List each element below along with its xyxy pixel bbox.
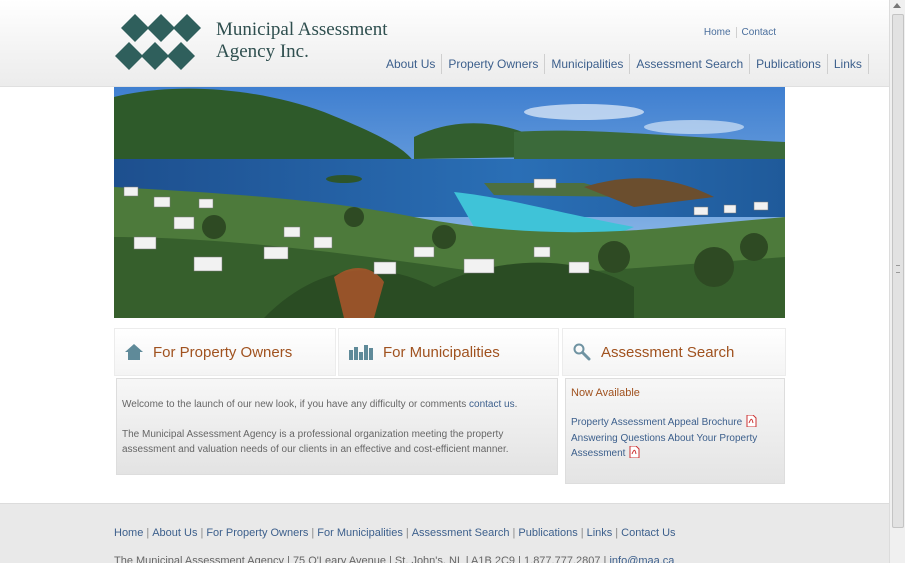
nav-about-us[interactable]: About Us — [380, 54, 443, 74]
scrollbar-thumb[interactable] — [892, 14, 904, 528]
magnifier-icon — [573, 343, 591, 361]
footer-nav: Home | About Us | For Property Owners | For Mu… — [114, 527, 676, 539]
vertical-scrollbar[interactable] — [889, 0, 905, 563]
footer-link-municipalities[interactable]: For Municipalities — [317, 527, 403, 539]
footer-link-publications[interactable]: Publications — [518, 527, 577, 539]
assessment-search-header[interactable]: Assessment Search — [562, 328, 786, 376]
for-property-owners-header[interactable]: For Property Owners — [114, 328, 336, 376]
email-link[interactable]: info@maa.ca — [609, 555, 674, 563]
nav-assessment-search[interactable]: Assessment Search — [630, 54, 751, 74]
footer-link-home[interactable]: Home — [114, 527, 143, 539]
logo-icon[interactable] — [115, 12, 207, 72]
for-property-owners-title: For Property Owners — [153, 343, 293, 361]
welcome-panel: Welcome to the launch of our new look, i… — [116, 378, 558, 475]
nav-municipalities[interactable]: Municipalities — [545, 54, 631, 74]
welcome-text: Welcome to the launch of our new look, i… — [122, 399, 470, 410]
pdf-icon[interactable] — [629, 446, 640, 458]
home-icon — [125, 344, 143, 360]
footer: Home | About Us | For Property Owners | For Mu… — [0, 503, 890, 563]
footer-link-links[interactable]: Links — [587, 527, 613, 539]
footer-link-assessment-search[interactable]: Assessment Search — [412, 527, 510, 539]
welcome-text-end: . — [514, 399, 518, 410]
welcome-paragraph: Welcome to the launch of our new look, i… — [122, 397, 552, 412]
footer-address: The Municipal Assessment Agency | 75 O'L… — [114, 555, 674, 563]
hero-landscape-image — [114, 87, 785, 318]
main-nav: About Us Property Owners Municipalities … — [380, 54, 869, 74]
footer-link-property-owners[interactable]: For Property Owners — [206, 527, 308, 539]
contact-us-link[interactable]: contact us — [469, 399, 515, 410]
for-municipalities-header[interactable]: For Municipalities — [338, 328, 559, 376]
grip-icon — [896, 265, 900, 273]
nav-links[interactable]: Links — [828, 54, 869, 74]
bar-chart-icon — [349, 345, 373, 360]
now-available-panel: Now Available Property Assessment Appeal… — [565, 378, 785, 484]
utility-home-link[interactable]: Home — [699, 27, 736, 38]
scroll-up-arrow-icon[interactable] — [893, 3, 901, 8]
document-item: Property Assessment Appeal Brochure — [571, 415, 776, 430]
for-municipalities-title: For Municipalities — [383, 343, 500, 361]
brand-name-line2: Agency Inc. — [216, 41, 309, 62]
nav-property-owners[interactable]: Property Owners — [442, 54, 546, 74]
appeal-brochure-link[interactable]: Property Assessment Appeal Brochure — [571, 417, 742, 428]
address-text: The Municipal Assessment Agency | 75 O'L… — [114, 555, 610, 563]
brand-name[interactable]: Municipal Assessment Agency Inc. — [216, 19, 388, 63]
utility-nav: Home Contact — [699, 27, 781, 38]
pdf-icon[interactable] — [746, 415, 757, 427]
document-list: Property Assessment Appeal Brochure Answ… — [571, 415, 776, 462]
nav-publications[interactable]: Publications — [750, 54, 828, 74]
footer-link-about-us[interactable]: About Us — [152, 527, 197, 539]
brand-name-line1: Municipal Assessment — [216, 19, 388, 40]
now-available-heading: Now Available — [571, 387, 640, 399]
footer-link-contact-us[interactable]: Contact Us — [621, 527, 675, 539]
header: Municipal Assessment Agency Inc. Home Co… — [0, 0, 890, 87]
utility-contact-link[interactable]: Contact — [735, 27, 781, 38]
document-item: Answering Questions About Your Property … — [571, 431, 776, 461]
assessment-search-title: Assessment Search — [601, 343, 735, 361]
about-paragraph: The Municipal Assessment Agency is a pro… — [122, 429, 509, 455]
answering-questions-link[interactable]: Answering Questions About Your Property … — [571, 433, 757, 459]
page: Municipal Assessment Agency Inc. Home Co… — [0, 0, 890, 563]
